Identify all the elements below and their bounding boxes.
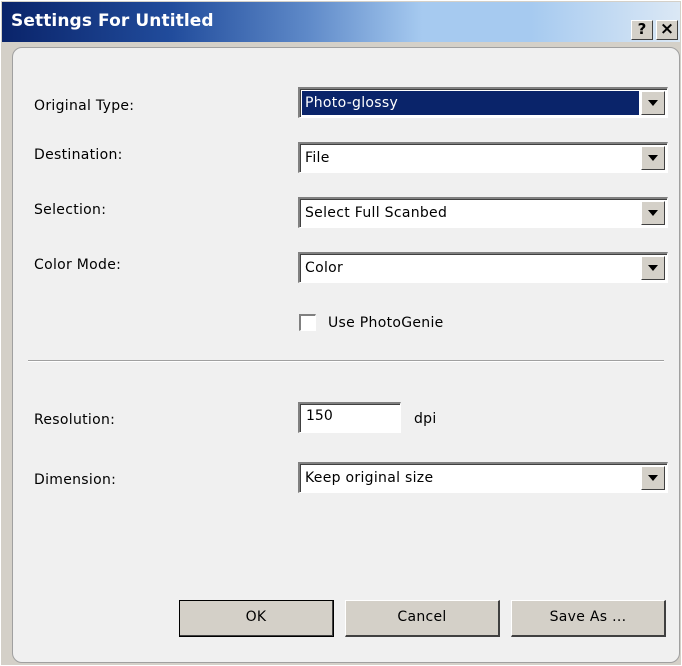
chevron-down-icon[interactable] [641, 466, 665, 490]
selection-value: Select Full Scanbed [305, 205, 448, 221]
settings-panel [12, 47, 680, 663]
color-mode-label: Color Mode: [34, 257, 122, 273]
cancel-button[interactable]: Cancel [345, 600, 500, 637]
section-divider [28, 360, 664, 362]
dimension-label: Dimension: [34, 472, 117, 488]
save-as-button[interactable]: Save As ... [511, 600, 666, 637]
selection-select[interactable]: Select Full Scanbed [298, 197, 668, 228]
chevron-down-icon[interactable] [641, 146, 665, 170]
use-photogenie-checkbox[interactable] [299, 314, 316, 331]
chevron-down-icon[interactable] [641, 256, 665, 280]
use-photogenie-label[interactable]: Use PhotoGenie [328, 315, 444, 331]
original-type-select[interactable]: Photo-glossy [298, 87, 668, 118]
color-mode-value: Color [305, 260, 344, 276]
dimension-select[interactable]: Keep original size [298, 462, 668, 493]
dialog-title: Settings For Untitled [11, 11, 214, 31]
settings-dialog: Settings For Untitled ? × Original Type:… [0, 0, 682, 666]
resolution-unit: dpi [414, 411, 437, 427]
dimension-value: Keep original size [305, 470, 434, 486]
ok-button[interactable]: OK [179, 600, 334, 637]
resolution-label: Resolution: [34, 412, 116, 428]
close-button[interactable]: × [656, 20, 678, 40]
color-mode-select[interactable]: Color [298, 252, 668, 283]
destination-select[interactable]: File [298, 142, 668, 173]
selection-label: Selection: [34, 202, 107, 218]
help-button[interactable]: ? [631, 20, 653, 40]
destination-value: File [305, 150, 330, 166]
resolution-input[interactable]: 150 [298, 402, 401, 433]
original-type-label: Original Type: [34, 98, 135, 114]
destination-label: Destination: [34, 147, 123, 163]
original-type-value: Photo-glossy [305, 95, 399, 111]
chevron-down-icon[interactable] [641, 201, 665, 225]
chevron-down-icon[interactable] [641, 91, 665, 115]
title-bar[interactable]: Settings For Untitled ? × [2, 2, 680, 42]
